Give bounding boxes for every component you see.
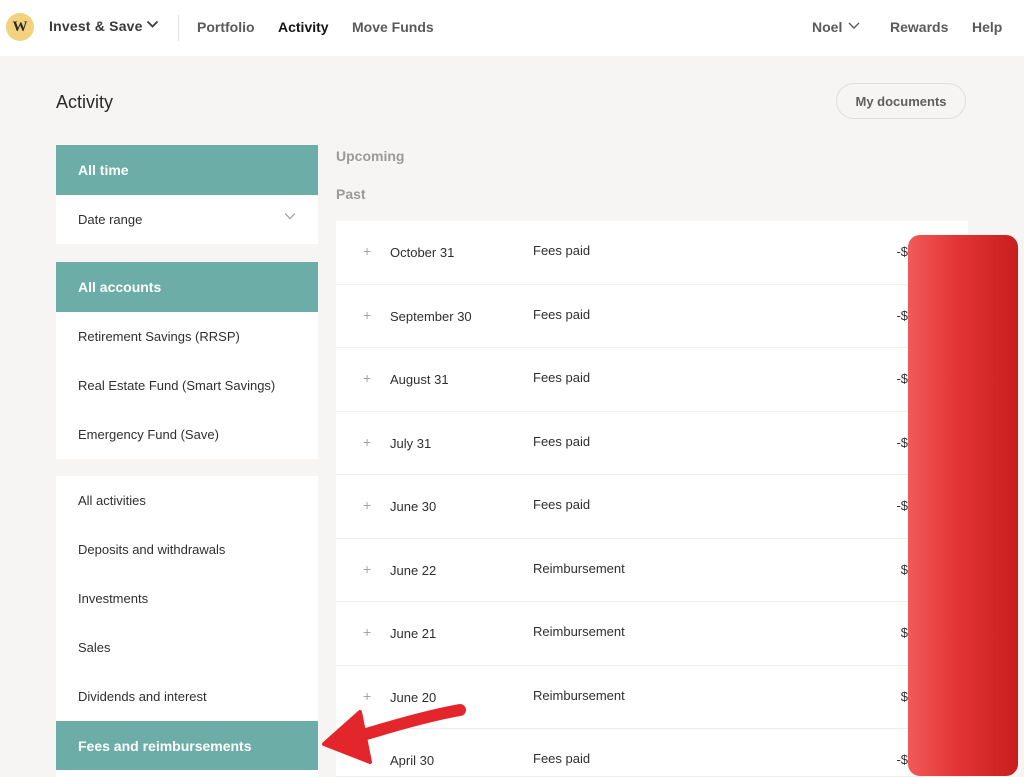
transaction-amount: -$	[896, 752, 908, 767]
brand-menu[interactable]: Invest & Save	[49, 18, 143, 34]
transaction-amount: -$	[896, 371, 908, 386]
nav-move-funds[interactable]: Move Funds	[352, 19, 434, 35]
transaction-row[interactable]: + August 31 Fees paid -$	[336, 348, 968, 412]
transaction-row[interactable]: + June 21 Reimbursement $	[336, 602, 968, 666]
account-item-rrsp[interactable]: Retirement Savings (RRSP)	[56, 312, 318, 361]
arrow-left-icon	[322, 704, 466, 764]
transaction-row[interactable]: + September 30 Fees paid -$	[336, 284, 968, 348]
transaction-amount: -$	[896, 498, 908, 513]
plus-icon[interactable]: +	[363, 624, 371, 640]
transaction-row[interactable]: + October 31 Fees paid -$	[336, 221, 968, 285]
plus-icon[interactable]: +	[363, 497, 371, 513]
transaction-description: Fees paid	[533, 370, 591, 385]
filter-all-accounts[interactable]: All accounts	[56, 262, 318, 312]
plus-icon[interactable]: +	[363, 370, 371, 386]
transaction-date: July 31	[390, 435, 432, 451]
date-range-label: Date range	[78, 212, 143, 227]
nav-help[interactable]: Help	[972, 19, 1002, 35]
account-item-real-estate-fund[interactable]: Real Estate Fund (Smart Savings)	[56, 361, 318, 410]
upcoming-label[interactable]: Upcoming	[336, 148, 404, 164]
logo-letter: W	[12, 18, 28, 35]
transaction-amount: $	[900, 561, 908, 577]
transaction-amount: -$	[896, 244, 908, 259]
plus-icon[interactable]: +	[363, 307, 371, 323]
transaction-description: Reimbursement	[533, 560, 625, 576]
activity-dividends-interest[interactable]: Dividends and interest	[56, 672, 318, 721]
transaction-description: Fees paid	[533, 243, 591, 258]
transaction-date: June 30	[390, 499, 437, 514]
activity-deposits-withdrawals[interactable]: Deposits and withdrawals	[56, 525, 318, 574]
nav-divider	[178, 15, 179, 41]
chevron-down-icon[interactable]	[848, 21, 860, 30]
top-nav: W Invest & Save Portfolio Activity Move …	[0, 0, 1024, 56]
account-item-emergency-fund[interactable]: Emergency Fund (Save)	[56, 410, 318, 459]
filter-all-time[interactable]: All time	[56, 145, 318, 195]
transaction-amount: $	[900, 625, 908, 640]
activity-fees-reimbursements[interactable]: Fees and reimbursements	[56, 721, 318, 770]
activity-type-panel: All activities Deposits and withdrawals …	[56, 476, 318, 777]
accounts-filter-panel: All accounts Retirement Savings (RRSP) R…	[56, 262, 318, 459]
plus-icon[interactable]: +	[363, 243, 371, 259]
transaction-description: Fees paid	[533, 433, 591, 449]
activity-investments[interactable]: Investments	[56, 574, 318, 623]
transaction-date: September 30	[390, 308, 472, 324]
logo[interactable]: W	[6, 13, 34, 41]
time-filter-panel: All time Date range	[56, 145, 318, 244]
chevron-down-icon	[284, 213, 296, 220]
transaction-row[interactable]: + June 30 Fees paid -$	[336, 475, 968, 539]
nav-activity[interactable]: Activity	[278, 19, 329, 35]
activity-sales[interactable]: Sales	[56, 623, 318, 672]
transaction-list: + October 31 Fees paid -$ + September 30…	[336, 221, 968, 777]
page-title: Activity	[56, 92, 114, 112]
plus-icon[interactable]: +	[363, 434, 371, 450]
transaction-description: Reimbursement	[533, 687, 625, 703]
transaction-description: Fees paid	[533, 751, 591, 766]
activity-all[interactable]: All activities	[56, 476, 318, 525]
transaction-date: June 22	[390, 562, 437, 578]
nav-rewards[interactable]: Rewards	[890, 19, 948, 35]
user-menu[interactable]: Noel	[812, 19, 842, 35]
transaction-description: Reimbursement	[533, 624, 625, 639]
transaction-date: October 31	[390, 245, 455, 260]
plus-icon[interactable]: +	[363, 561, 371, 577]
chevron-down-icon[interactable]	[146, 19, 159, 29]
redaction-overlay	[908, 235, 1018, 776]
date-range-select[interactable]: Date range	[56, 195, 318, 244]
transaction-amount: -$	[896, 307, 908, 323]
transaction-description: Fees paid	[533, 497, 591, 512]
transaction-row[interactable]: + June 22 Reimbursement $	[336, 538, 968, 602]
my-documents-button[interactable]: My documents	[836, 83, 966, 119]
transaction-amount: $	[900, 688, 908, 704]
transaction-row[interactable]: + July 31 Fees paid -$	[336, 411, 968, 475]
transaction-description: Fees paid	[533, 306, 591, 322]
transaction-date: June 21	[390, 626, 437, 641]
transaction-amount: -$	[896, 434, 908, 450]
transaction-date: August 31	[390, 372, 449, 387]
nav-portfolio[interactable]: Portfolio	[197, 19, 255, 35]
past-label[interactable]: Past	[336, 186, 366, 202]
